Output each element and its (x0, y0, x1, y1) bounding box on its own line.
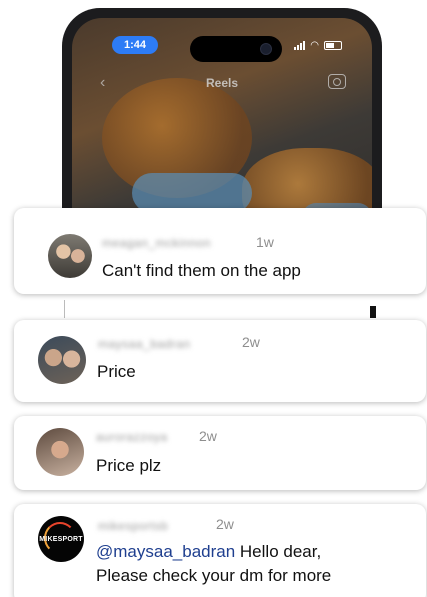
comment-username[interactable]: meagan_mckinnon (102, 236, 211, 250)
comment-text: Price plz (96, 456, 162, 475)
reels-title: Reels (205, 76, 239, 90)
comment-text-line2: Please check your dm for more (96, 566, 332, 585)
divider (64, 300, 65, 318)
reels-header: ‹ Reels (72, 74, 372, 94)
avatar[interactable] (36, 428, 84, 476)
comment-text-line1: Hello dear, (239, 542, 322, 561)
comment-card[interactable]: meagan_mckinnon 1w Can't find them on th… (14, 208, 426, 294)
brand-avatar[interactable]: MIKESPORT (38, 516, 84, 562)
comment-username[interactable]: maysaa_badran (98, 337, 191, 351)
front-camera-icon (260, 43, 272, 55)
comment-text: @maysaa_badran Hello dear, Please check … (96, 540, 331, 588)
comment-time: 2w (216, 516, 234, 532)
camera-icon[interactable] (328, 74, 346, 89)
status-time: 1:44 (112, 36, 158, 54)
avatar[interactable] (38, 336, 86, 384)
status-icons: ◠ (294, 40, 342, 51)
comment-username[interactable]: aurorazzoya (96, 430, 168, 444)
avatar[interactable] (48, 234, 92, 278)
comment-card[interactable]: aurorazzoya 2w Price plz (14, 416, 426, 490)
comment-time: 2w (242, 334, 260, 350)
shoe-image-part (132, 173, 252, 213)
comment-time: 1w (256, 234, 274, 250)
dynamic-island (190, 36, 282, 62)
wifi-icon: ◠ (310, 40, 319, 51)
comment-text: Can't find them on the app (102, 261, 301, 280)
comment-username[interactable]: mikesportsb (98, 519, 168, 533)
mention-link[interactable]: @maysaa_badran (96, 542, 235, 561)
battery-icon (324, 41, 342, 50)
brand-logo-text: MIKESPORT (39, 535, 83, 543)
signal-icon (294, 41, 306, 50)
comment-text: Price (97, 362, 136, 381)
comment-card[interactable]: maysaa_badran 2w Price (14, 320, 426, 402)
comment-time: 2w (199, 428, 217, 444)
comment-card[interactable]: MIKESPORT mikesportsb 2w @maysaa_badran … (14, 504, 426, 597)
divider-mark (370, 306, 376, 318)
